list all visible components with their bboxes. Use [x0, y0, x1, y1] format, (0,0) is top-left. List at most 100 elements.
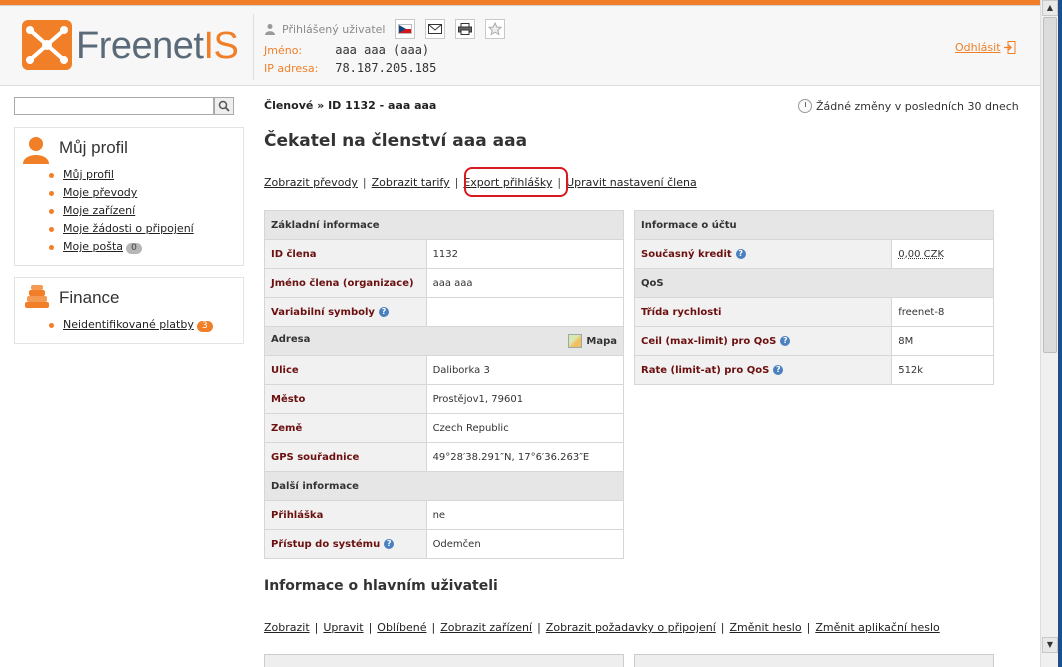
row-value: 512k	[891, 355, 994, 385]
ip-row: IP adresa: 78.187.205.185	[264, 61, 436, 75]
logout-label: Odhlásit	[955, 41, 1001, 54]
row-value: 8M	[891, 326, 994, 356]
profile-panel: Můj profil Můj profil Moje převody Moje …	[14, 127, 244, 266]
coins-icon	[25, 285, 49, 308]
help-icon[interactable]: ?	[378, 306, 389, 317]
row-key: Jméno člena (organizace)	[264, 268, 427, 298]
clock-icon	[798, 99, 812, 113]
sidebar-item-label[interactable]: Neidentifikované platby	[63, 318, 194, 331]
sidebar-item-my-mail[interactable]: Moje pošta 0	[49, 238, 194, 256]
row-key: Přihláška	[264, 500, 427, 530]
sidebar-item-label[interactable]: Moje žádosti o připojení	[63, 222, 194, 235]
help-icon[interactable]: ?	[773, 364, 784, 375]
table-row: Současný kredit? 0,00 CZK	[633, 239, 994, 269]
logo-text: FreenetIS	[76, 25, 239, 67]
logout-link[interactable]: Odhlásit	[955, 41, 1016, 54]
sidebar-item-label[interactable]: Můj profil	[63, 168, 114, 181]
sidebar-item-label[interactable]: Moje pošta	[63, 240, 123, 253]
show-transfers-link[interactable]: Zobrazit převody	[264, 176, 358, 189]
sidebar-item-my-transfers[interactable]: Moje převody	[49, 184, 194, 202]
other-info-header: Další informace	[264, 471, 624, 501]
row-key: Variabilní symboly?	[264, 297, 427, 327]
scroll-up-button[interactable]: ▲	[1042, 0, 1058, 16]
user-devices-link[interactable]: Zobrazit zařízení	[440, 621, 532, 634]
main-user-section-title: Informace o hlavním uživateli	[264, 578, 498, 594]
help-icon[interactable]: ?	[384, 538, 395, 549]
scrollbar-thumb[interactable]	[1043, 17, 1057, 353]
table-row: Přístup do systému? Odemčen	[264, 529, 625, 559]
sidebar-item-my-requests[interactable]: Moje žádosti o připojení	[49, 220, 194, 238]
help-icon[interactable]: ?	[735, 248, 746, 259]
search-input[interactable]	[14, 97, 214, 115]
logged-user-label: Přihlášený uživatel	[282, 22, 386, 36]
breadcrumb: Členové » ID 1132 - aaa aaa	[264, 99, 437, 112]
basic-info-header: Základní informace	[264, 210, 624, 240]
highlight-outline	[464, 167, 568, 197]
row-key: Ulice	[264, 355, 427, 385]
finance-panel: Finance Neidentifikované platby 3	[14, 277, 244, 344]
table-row: Variabilní symboly?	[264, 297, 625, 327]
change-password-link[interactable]: Změnit heslo	[729, 621, 801, 634]
sidebar-item-label[interactable]: Moje zařízení	[63, 204, 135, 217]
print-icon[interactable]	[455, 19, 476, 39]
user-show-link[interactable]: Zobrazit	[264, 621, 310, 634]
name-label: Jméno:	[264, 44, 303, 57]
sidebar-item-my-devices[interactable]: Moje zařízení	[49, 202, 194, 220]
edit-member-settings-link[interactable]: Upravit nastavení člena	[566, 176, 697, 189]
sidebar-item-unidentified-payments[interactable]: Neidentifikované platby 3	[49, 316, 213, 334]
profile-panel-title: Můj profil	[59, 138, 128, 157]
finance-panel-title: Finance	[59, 288, 120, 307]
search-icon	[218, 100, 230, 112]
show-tariffs-link[interactable]: Zobrazit tarify	[372, 176, 450, 189]
user-favorites-link[interactable]: Oblíbené	[377, 621, 426, 634]
search-button[interactable]	[214, 97, 234, 115]
next-table-edge	[634, 654, 994, 667]
czech-flag-icon[interactable]	[395, 19, 416, 39]
changes-info: Žádné změny v posledních 30 dnech	[798, 99, 1019, 113]
row-key: Město	[264, 384, 427, 414]
basic-info-table: Základní informace ID člena 1132 Jméno čl…	[264, 210, 625, 559]
row-key: Země	[264, 413, 427, 443]
map-label: Mapa	[586, 335, 617, 347]
logged-user-bar: Přihlášený uživatel	[264, 18, 506, 40]
mail-icon[interactable]	[425, 19, 446, 39]
table-row: Přihláška ne	[264, 500, 625, 530]
scroll-down-button[interactable]: ▼	[1042, 637, 1058, 653]
unidentified-count-badge: 3	[196, 321, 213, 332]
row-value: Daliborka 3	[425, 355, 625, 385]
changes-text: Žádné změny v posledních 30 dnech	[816, 99, 1019, 113]
table-row: Město Prostějov1, 79601	[264, 384, 625, 414]
map-link[interactable]: Mapa	[568, 334, 617, 348]
help-icon[interactable]: ?	[780, 335, 791, 346]
account-info-table: Informace o účtu Současný kredit? 0,00 CZ…	[633, 210, 994, 385]
table-row: Třída rychlosti freenet-8	[633, 297, 994, 327]
address-header: Adresa Mapa	[264, 326, 624, 356]
row-value: freenet-8	[891, 297, 994, 327]
vertical-scrollbar[interactable]: ▲ ▼	[1040, 0, 1058, 667]
row-value: aaa aaa	[425, 268, 625, 298]
profile-menu: Můj profil Moje převody Moje zařízení Mo…	[49, 166, 194, 256]
map-icon	[568, 334, 583, 348]
table-row: ID člena 1132	[264, 239, 625, 269]
user-edit-link[interactable]: Upravit	[323, 621, 363, 634]
row-value: Czech Republic	[425, 413, 625, 443]
logo[interactable]: FreenetIS	[22, 20, 239, 72]
table-row: GPS souřadnice 49°28′38.291″N, 17°6′36.26…	[264, 442, 625, 472]
credit-value[interactable]: 0,00 CZK	[891, 239, 994, 269]
qos-header: QoS	[634, 268, 994, 298]
row-key: Současný kredit?	[633, 239, 893, 269]
row-value: ne	[425, 500, 625, 530]
change-app-password-link[interactable]: Změnit aplikační heslo	[815, 621, 939, 634]
finance-menu: Neidentifikované platby 3	[49, 316, 213, 334]
user-requests-link[interactable]: Zobrazit požadavky o připojení	[546, 621, 716, 634]
row-value: Odemčen	[425, 529, 625, 559]
window-edge	[1058, 0, 1062, 667]
sidebar-item-label[interactable]: Moje převody	[63, 186, 137, 199]
mail-count-badge: 0	[126, 243, 143, 254]
sidebar-item-my-profile[interactable]: Můj profil	[49, 166, 194, 184]
row-key: Třída rychlosti	[633, 297, 893, 327]
row-key: Rate (limit-at) pro QoS?	[633, 355, 893, 385]
favorite-star-icon[interactable]	[485, 19, 506, 39]
row-value: 1132	[425, 239, 625, 269]
table-row: Jméno člena (organizace) aaa aaa	[264, 268, 625, 298]
